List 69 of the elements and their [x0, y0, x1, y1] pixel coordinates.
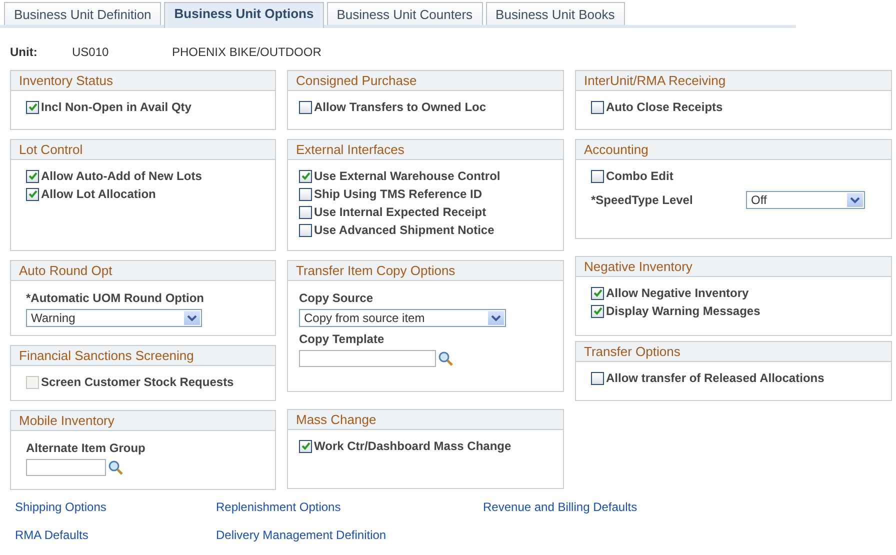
group-title: Consigned Purchase	[288, 71, 563, 91]
checkbox-label: Combo Edit	[606, 169, 674, 183]
input-field[interactable]	[26, 459, 106, 476]
unit-label: Unit:	[10, 45, 38, 61]
search-icon[interactable]	[438, 350, 454, 366]
input-field[interactable]	[299, 350, 436, 367]
group-title: Mobile Inventory	[11, 411, 275, 431]
checkbox-label: Allow Negative Inventory	[606, 286, 749, 300]
link[interactable]: RMA Defaults	[15, 528, 88, 542]
checkbox[interactable]	[591, 170, 604, 182]
checkbox[interactable]	[299, 440, 312, 452]
link[interactable]: Shipping Options	[15, 500, 106, 514]
field-label: *Automatic UOM Round Option	[26, 291, 205, 305]
group-title: Transfer Item Copy Options	[288, 261, 563, 281]
checkbox-label: Use External Warehouse Control	[314, 169, 500, 183]
field-label: Copy Source	[299, 291, 374, 305]
checkbox-label: Allow transfer of Released Allocations	[606, 371, 824, 385]
chevron-icon	[850, 196, 860, 204]
unit-code: US010	[72, 45, 110, 61]
group-title: External Interfaces	[288, 140, 563, 160]
checkbox-label: Ship Using TMS Reference ID	[314, 187, 482, 201]
tab[interactable]: Business Unit Options	[164, 2, 324, 28]
group-title: Transfer Options	[576, 342, 891, 362]
dropdown[interactable]: Copy from source item	[299, 309, 506, 327]
link[interactable]: Delivery Management Definition	[216, 528, 386, 542]
checkbox-label: Display Warning Messages	[606, 304, 760, 318]
checkbox-label: Allow Lot Allocation	[41, 187, 156, 201]
group-title: InterUnit/RMA Receiving	[576, 71, 891, 91]
checkbox-label: Use Internal Expected Receipt	[314, 205, 486, 219]
link[interactable]: Replenishment Options	[216, 500, 341, 514]
checkbox[interactable]	[591, 304, 604, 318]
checkbox[interactable]	[26, 188, 39, 200]
group-title: Financial Sanctions Screening	[11, 346, 275, 366]
checkbox[interactable]	[26, 100, 39, 114]
checkbox[interactable]	[299, 188, 312, 200]
tab[interactable]: Business Unit Definition	[4, 2, 162, 25]
checkbox[interactable]	[299, 224, 312, 236]
field-label: Alternate Item Group	[26, 441, 146, 455]
checkbox-label: Use Advanced Shipment Notice	[314, 223, 494, 237]
checkbox[interactable]	[299, 170, 312, 182]
checkbox-label: Allow Auto-Add of New Lots	[41, 169, 202, 183]
checkbox-label: Allow Transfers to Owned Loc	[314, 100, 486, 114]
chevron-icon	[187, 314, 197, 322]
checkbox[interactable]	[591, 286, 604, 300]
link[interactable]: Revenue and Billing Defaults	[483, 500, 638, 514]
checkbox-label: Auto Close Receipts	[606, 100, 723, 114]
checkbox[interactable]	[591, 100, 604, 114]
dropdown[interactable]: Off	[746, 191, 865, 209]
checkbox[interactable]	[591, 372, 604, 384]
search-icon[interactable]	[108, 460, 124, 476]
chevron-icon	[491, 314, 501, 322]
group-title: Inventory Status	[11, 71, 275, 91]
group-title: Negative Inventory	[576, 257, 891, 277]
group-title: Accounting	[576, 140, 891, 160]
group-title: Lot Control	[11, 140, 275, 160]
group-title: Mass Change	[288, 410, 563, 430]
tab[interactable]: Business Unit Counters	[326, 2, 483, 25]
checkbox-label: Incl Non-Open in Avail Qty	[41, 100, 192, 114]
group-title: Auto Round Opt	[11, 261, 275, 281]
dropdown[interactable]: Warning	[26, 309, 202, 327]
checkbox[interactable]	[299, 206, 312, 218]
checkbox[interactable]	[299, 100, 312, 114]
checkbox-label: Screen Customer Stock Requests	[41, 375, 234, 389]
field-label: Copy Template	[299, 332, 386, 346]
checkbox-label: Work Ctr/Dashboard Mass Change	[314, 439, 512, 453]
tab[interactable]: Business Unit Books	[486, 2, 625, 25]
checkbox[interactable]	[26, 170, 39, 182]
field-label: *SpeedType Level	[591, 193, 694, 207]
unit-description: PHOENIX BIKE/OUTDOOR	[172, 45, 322, 61]
